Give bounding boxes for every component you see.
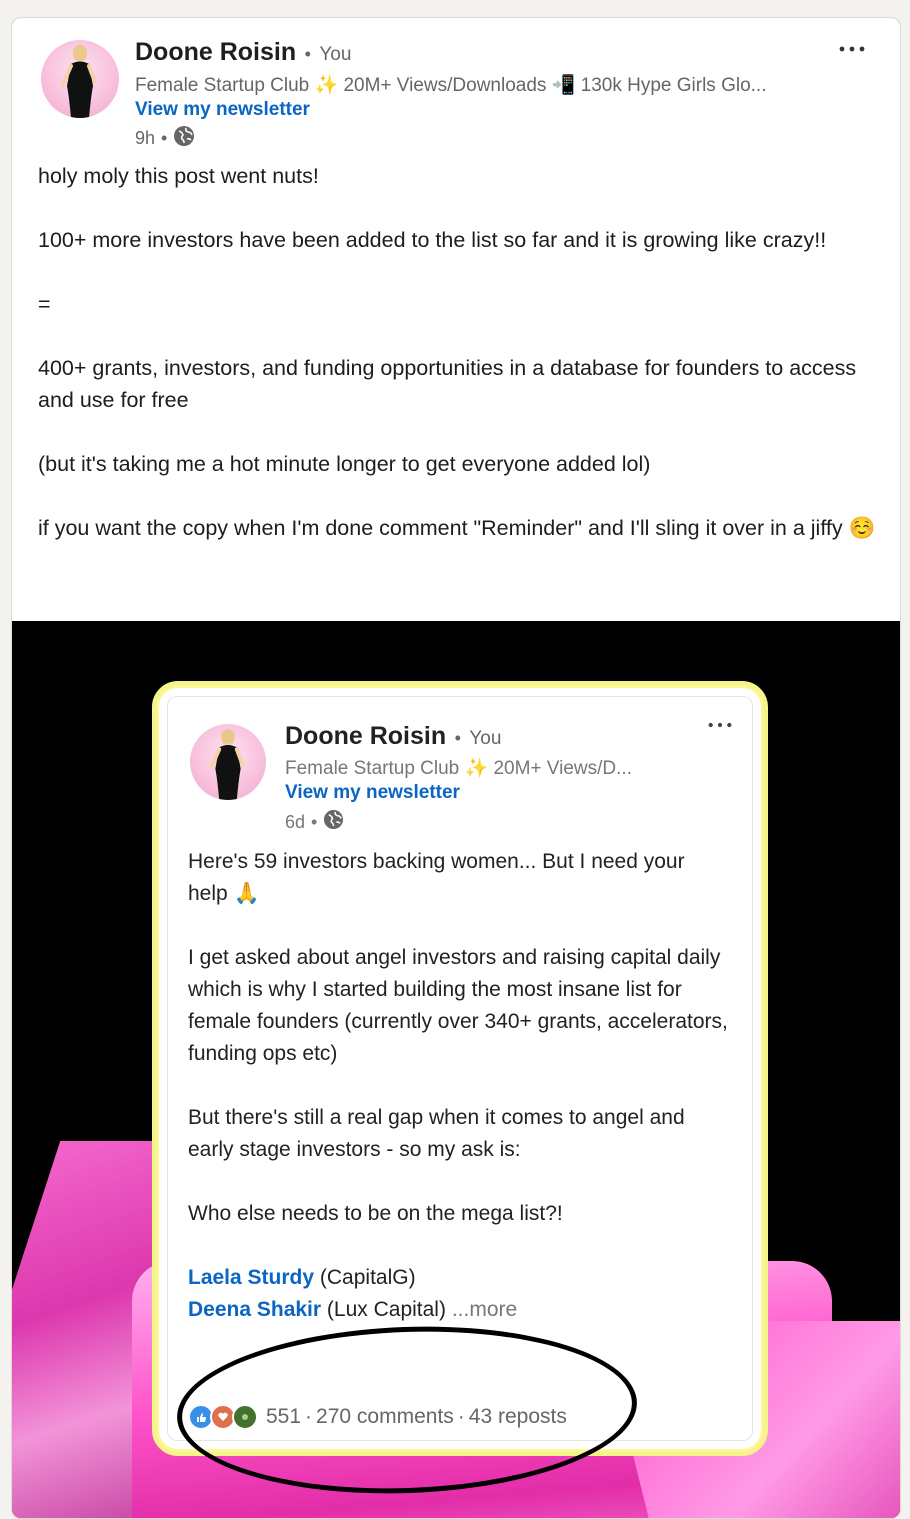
separator-dot: · <box>457 1405 465 1428</box>
embedded-body-line: But there's still a real gap when it com… <box>188 1106 685 1161</box>
separator-dot: • <box>311 811 318 832</box>
you-label: You <box>319 44 352 65</box>
mention-org: (Lux Capital) <box>326 1298 446 1321</box>
author-name[interactable]: Doone Roisin <box>135 38 296 66</box>
post-time: 9h <box>135 128 156 148</box>
reactions-count: 551 <box>266 1405 302 1428</box>
post-body-line <box>38 480 878 512</box>
avatar-figure-icon <box>209 728 245 800</box>
embedded-author-name-row: Doone Roisin • You <box>285 722 501 751</box>
feed-post-card: Doone Roisin • You Female Startup Club ✨… <box>11 17 901 1519</box>
post-body-line: 100+ more investors have been added to t… <box>38 228 827 252</box>
post-body-line <box>38 192 878 224</box>
separator-dot: • <box>454 728 461 748</box>
view-newsletter-link[interactable]: View my newsletter <box>135 99 310 121</box>
author-headline: Female Startup Club ✨ 20M+ Views/Downloa… <box>135 75 767 96</box>
embedded-more-dots-icon <box>707 716 733 734</box>
post-header: Doone Roisin • You Female Startup Club ✨… <box>12 18 900 158</box>
embedded-post-body: Here's 59 investors backing women... But… <box>188 846 728 1326</box>
reposts-count: 43 reposts <box>468 1405 567 1428</box>
embedded-body-line: Who else needs to be on the mega list?! <box>188 1202 563 1225</box>
post-body-line <box>38 320 878 352</box>
more-dots-icon <box>839 46 865 52</box>
post-image[interactable]: Doone Roisin • You Female Startup Club ✨… <box>12 621 900 1518</box>
post-meta: 9h • <box>135 125 195 152</box>
post-body-line: holy moly this post went nuts! <box>38 164 319 188</box>
post-body: holy moly this post went nuts! 100+ more… <box>38 160 878 544</box>
post-body-line: if you want the copy when I'm done comme… <box>38 516 876 540</box>
globe-icon <box>173 125 195 152</box>
author-name-row: Doone Roisin • You <box>135 38 351 72</box>
post-body-line <box>38 256 878 288</box>
see-more-link: ...more <box>451 1298 518 1321</box>
embedded-mention-line: Deena Shakir (Lux Capital) ...more <box>188 1294 728 1326</box>
embedded-body-line: Here's 59 investors backing women... But… <box>188 850 685 905</box>
embedded-body-line <box>188 1070 728 1102</box>
embedded-body-line <box>188 1230 728 1262</box>
mention-name: Laela Sturdy <box>188 1266 315 1289</box>
post-body-line: 400+ grants, investors, and funding oppo… <box>38 356 857 412</box>
post-body-line: = <box>38 292 51 316</box>
embedded-body-line <box>188 1166 728 1198</box>
separator-dot: · <box>305 1405 313 1428</box>
more-options-button[interactable] <box>834 34 870 64</box>
embedded-post-time: 6d <box>285 811 306 832</box>
globe-icon <box>323 809 344 835</box>
embedded-author-avatar <box>190 724 266 800</box>
separator-dot: • <box>304 44 311 64</box>
embedded-author-name: Doone Roisin <box>285 722 447 750</box>
embedded-author-headline: Female Startup Club ✨ 20M+ Views/D... <box>285 758 632 779</box>
embedded-post-screenshot: Doone Roisin • You Female Startup Club ✨… <box>152 681 768 1456</box>
embedded-social-counts: 551 · 270 comments · 43 reposts <box>188 1404 567 1430</box>
celebrate-reaction-icon <box>232 1404 258 1430</box>
post-body-line: (but it's taking me a hot minute longer … <box>38 452 651 476</box>
embedded-you-label: You <box>469 728 502 749</box>
embedded-mention-line: Laela Sturdy (CapitalG) <box>188 1262 728 1294</box>
mention-name: Deena Shakir <box>188 1298 322 1321</box>
author-avatar[interactable] <box>41 40 119 118</box>
embedded-post-meta: 6d • <box>285 809 344 835</box>
embedded-newsletter-link: View my newsletter <box>285 782 460 803</box>
post-body-line <box>38 416 878 448</box>
mention-org: (CapitalG) <box>319 1266 416 1289</box>
embedded-body-line: I get asked about angel investors and ra… <box>188 946 728 1065</box>
separator-dot: • <box>161 128 168 148</box>
avatar-figure-icon <box>61 45 97 118</box>
embedded-body-line <box>188 910 728 942</box>
comments-count: 270 comments <box>316 1405 454 1428</box>
